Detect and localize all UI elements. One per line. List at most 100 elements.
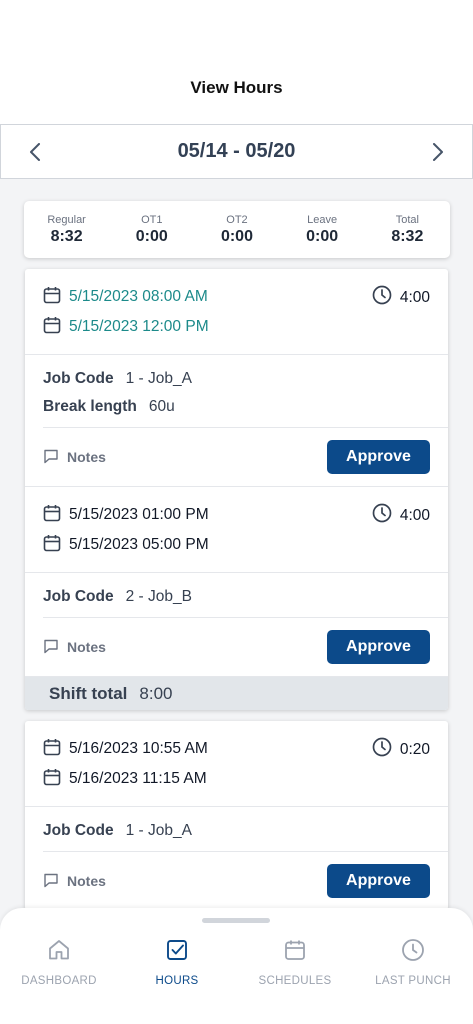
summary-value: 8:32: [391, 227, 424, 245]
end-datetime: 5/15/2023 05:00 PM: [25, 530, 448, 560]
shift-total-label: Shift total: [49, 683, 128, 703]
duration-text: 4:00: [399, 288, 430, 306]
summary-label: Leave: [307, 213, 338, 226]
checkbox-icon: [165, 938, 189, 967]
shift-group: 5/15/2023 08:00 AM 5/15/2023 12:00 PM 4:…: [25, 269, 448, 710]
entry-dates: 5/16/2023 10:55 AM 5/16/2023 11:15 AM 0:…: [25, 721, 448, 807]
notes-link[interactable]: Notes: [43, 638, 106, 657]
notes-label: Notes: [67, 873, 106, 889]
job-code-label: Job Code: [43, 822, 114, 839]
shift-total-value: 8:00: [139, 683, 173, 703]
nav-last-punch[interactable]: LAST PUNCH: [358, 938, 468, 987]
approve-button[interactable]: Approve: [327, 440, 430, 474]
start-datetime-text: 5/15/2023 01:00 PM: [69, 506, 209, 523]
time-entry: 5/15/2023 01:00 PM 5/15/2023 05:00 PM 4:…: [25, 487, 448, 677]
entry-duration: 4:00: [372, 503, 430, 528]
duration-text: 0:20: [399, 740, 430, 758]
chevron-left-icon[interactable]: [27, 142, 43, 161]
break-length-row: Break length 60u: [43, 393, 430, 421]
break-length-value: 60u: [148, 398, 175, 415]
summary-ot1: OT1 0:00: [117, 214, 187, 246]
summary-label: OT1: [141, 213, 163, 226]
summary-value: 8:32: [50, 227, 83, 245]
summary-value: 0:00: [135, 227, 168, 245]
week-navigator: 05/14 - 05/20: [0, 124, 473, 179]
summary-value: 0:00: [220, 227, 253, 245]
clock-icon: [372, 285, 400, 310]
entry-actions: Notes Approve: [25, 428, 448, 486]
entry-dates: 5/15/2023 08:00 AM 5/15/2023 12:00 PM 4:…: [25, 269, 448, 355]
start-datetime-text: 5/16/2023 10:55 AM: [69, 740, 208, 757]
nav-schedules[interactable]: SCHEDULES: [240, 938, 350, 987]
job-code-row: Job Code 1 - Job_A: [43, 365, 430, 393]
nav-dashboard[interactable]: DASHBOARD: [4, 938, 114, 987]
calendar-icon: [283, 938, 307, 967]
job-code-label: Job Code: [43, 370, 114, 387]
comment-icon: [43, 638, 67, 657]
comment-icon: [43, 448, 67, 467]
calendar-icon: [43, 316, 69, 339]
entry-actions: Notes Approve: [25, 852, 448, 910]
bottom-navigation: DASHBOARD HOURS SCHEDULES LAST PUNCH: [0, 908, 473, 1024]
notes-link[interactable]: Notes: [43, 448, 106, 467]
summary-leave: Leave 0:00: [287, 214, 357, 246]
approve-button[interactable]: Approve: [327, 630, 430, 664]
summary-label: Total: [395, 213, 419, 226]
hours-summary: Regular 8:32 OT1 0:00 OT2 0:00 Leave 0:0…: [24, 201, 450, 258]
calendar-icon: [43, 504, 69, 527]
calendar-icon: [43, 768, 69, 791]
time-entry: 5/16/2023 10:55 AM 5/16/2023 11:15 AM 0:…: [25, 721, 448, 910]
end-datetime: 5/16/2023 11:15 AM: [25, 764, 448, 794]
week-range: 05/14 - 05/20: [177, 140, 296, 162]
summary-label: OT2: [226, 213, 248, 226]
time-entry: 5/15/2023 08:00 AM 5/15/2023 12:00 PM 4:…: [25, 269, 448, 487]
approve-button[interactable]: Approve: [327, 864, 430, 898]
end-datetime: 5/15/2023 12:00 PM: [25, 312, 448, 342]
summary-label: Regular: [47, 213, 86, 226]
job-code-label: Job Code: [43, 588, 114, 605]
entry-details: Job Code 2 - Job_B: [43, 573, 448, 618]
clock-icon: [372, 737, 400, 762]
nav-label: HOURS: [155, 975, 199, 987]
entry-details: Job Code 1 - Job_A Break length 60u: [43, 355, 448, 428]
job-code-row: Job Code 1 - Job_A: [43, 817, 430, 845]
nav-label: DASHBOARD: [21, 975, 97, 987]
summary-ot2: OT2 0:00: [202, 214, 272, 246]
entry-duration: 0:20: [372, 737, 430, 762]
duration-text: 4:00: [399, 506, 430, 524]
nav-label: LAST PUNCH: [375, 975, 451, 987]
end-datetime-text: 5/15/2023 05:00 PM: [69, 536, 209, 553]
summary-regular: Regular 8:32: [32, 214, 102, 246]
clock-icon: [372, 503, 400, 528]
entry-duration: 4:00: [372, 285, 430, 310]
notes-label: Notes: [67, 639, 106, 655]
end-datetime-text: 5/16/2023 11:15 AM: [69, 770, 207, 787]
entry-actions: Notes Approve: [25, 618, 448, 676]
chevron-right-icon[interactable]: [430, 142, 446, 161]
home-icon: [47, 938, 71, 967]
shift-group: 5/16/2023 10:55 AM 5/16/2023 11:15 AM 0:…: [25, 721, 448, 910]
job-code-row: Job Code 2 - Job_B: [43, 583, 430, 611]
summary-total: Total 8:32: [372, 214, 442, 246]
job-code-value: 2 - Job_B: [125, 588, 192, 605]
shift-total: Shift total 8:00: [25, 677, 448, 710]
clock-icon: [401, 938, 425, 967]
drag-handle[interactable]: [202, 918, 270, 923]
notes-label: Notes: [67, 449, 106, 465]
calendar-icon: [43, 286, 69, 309]
entry-dates: 5/15/2023 01:00 PM 5/15/2023 05:00 PM 4:…: [25, 487, 448, 573]
job-code-value: 1 - Job_A: [125, 822, 192, 839]
end-datetime-text: 5/15/2023 12:00 PM: [69, 318, 209, 335]
page-title: View Hours: [190, 78, 283, 97]
calendar-icon: [43, 534, 69, 557]
job-code-value: 1 - Job_A: [125, 370, 192, 387]
calendar-icon: [43, 738, 69, 761]
notes-link[interactable]: Notes: [43, 872, 106, 891]
break-length-label: Break length: [43, 398, 137, 415]
comment-icon: [43, 872, 67, 891]
summary-value: 0:00: [306, 227, 339, 245]
entry-details: Job Code 1 - Job_A: [43, 807, 448, 852]
start-datetime-text: 5/15/2023 08:00 AM: [69, 288, 208, 305]
nav-label: SCHEDULES: [258, 975, 332, 987]
nav-hours[interactable]: HOURS: [122, 938, 232, 987]
